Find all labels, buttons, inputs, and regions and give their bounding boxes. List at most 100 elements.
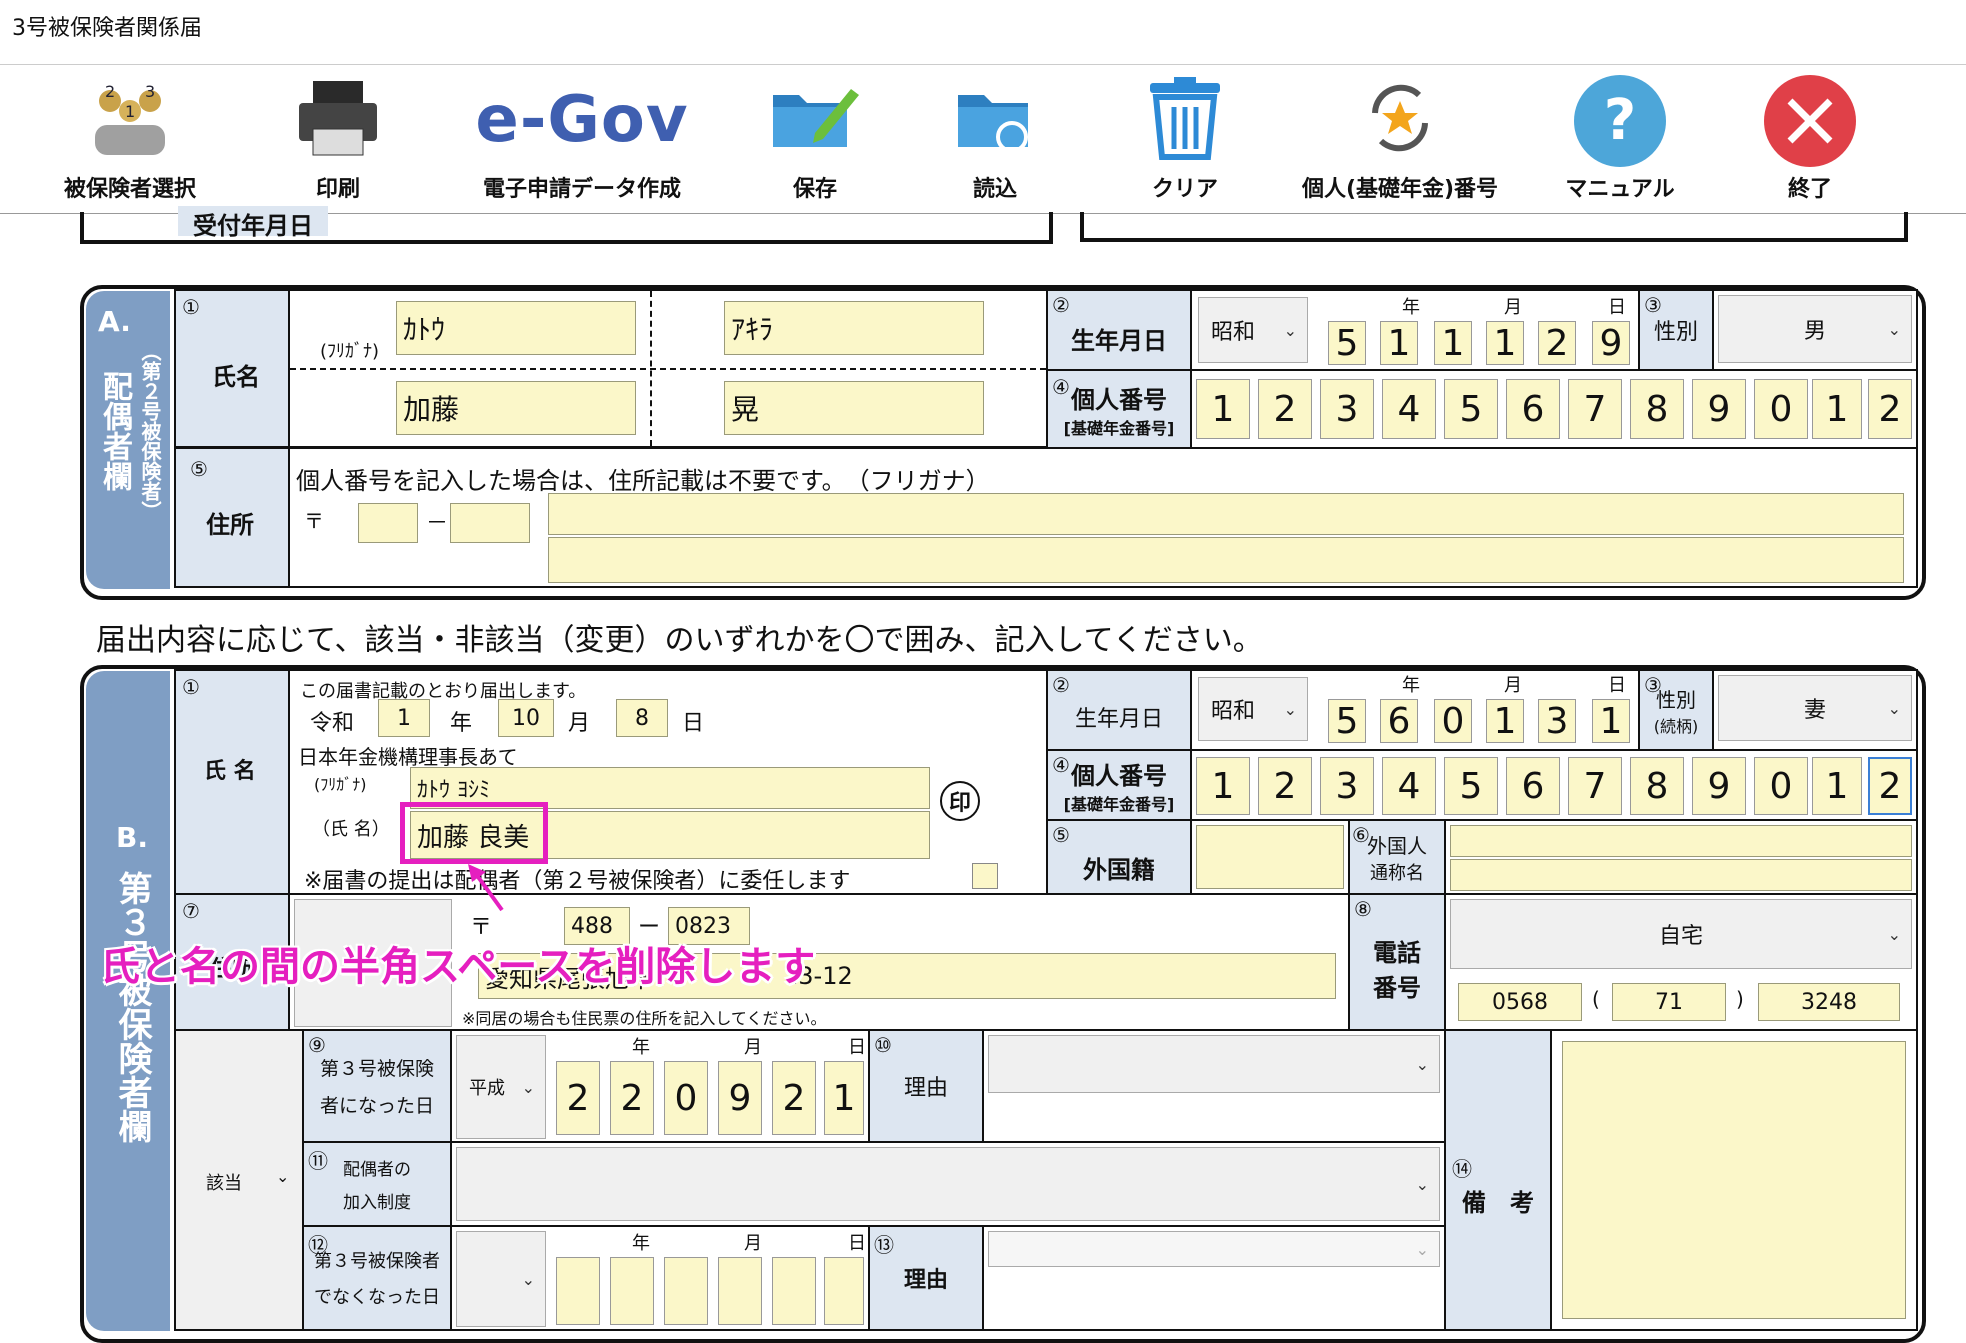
b-addressee: 日本年金機構理事長あて <box>298 745 518 769</box>
b-foreign-input[interactable] <box>1196 825 1344 889</box>
a-mynumber-digit[interactable]: 5 <box>1444 379 1498 439</box>
personal-number-button[interactable]: 個人(基礎年金)番号 <box>1280 65 1520 213</box>
b-mynumber-digit[interactable]: 2 <box>1868 757 1912 815</box>
a-address-kana-input[interactable] <box>548 493 1904 535</box>
b-ceased-digit[interactable] <box>718 1257 762 1325</box>
b-birth-digit[interactable]: 3 <box>1538 699 1576 743</box>
a-birth-digit[interactable]: 1 <box>1486 321 1524 365</box>
a-mynumber-digit[interactable]: 6 <box>1506 379 1560 439</box>
save-button[interactable]: 保存 <box>740 65 890 213</box>
b-foreign-name-kana-input[interactable] <box>1450 825 1912 857</box>
a-birth-digit[interactable]: 1 <box>1434 321 1472 365</box>
b-era-label: 令和 <box>310 711 355 736</box>
a-mei-input[interactable]: 晃 <box>724 381 984 435</box>
b-ceased-digit[interactable] <box>824 1257 864 1325</box>
b-mynumber-digit[interactable]: 6 <box>1506 757 1560 815</box>
a-birth-digit[interactable]: 2 <box>1538 321 1576 365</box>
b-mynumber-digit[interactable]: 8 <box>1630 757 1684 815</box>
b-ceased-digit[interactable] <box>610 1257 654 1325</box>
b-mynumber-digit[interactable]: 4 <box>1382 757 1436 815</box>
a-mynumber-digit[interactable]: 7 <box>1568 379 1622 439</box>
a-birth-digit[interactable]: 1 <box>1380 321 1418 365</box>
b-phone1-input[interactable]: 0568 <box>1458 983 1582 1021</box>
a-mynumber-digit[interactable]: 1 <box>1812 379 1862 439</box>
a-address-note: 個人番号を記入した場合は、住所記載は不要です。 （フリガナ） <box>296 467 990 495</box>
b-sex-select[interactable]: 妻 ⌄ <box>1718 675 1912 741</box>
b-became-digit[interactable]: 9 <box>718 1061 762 1135</box>
a-mynumber-digit[interactable]: 0 <box>1754 379 1808 439</box>
a-mynumber-digit[interactable]: 2 <box>1868 379 1912 439</box>
print-button[interactable]: 印刷 <box>258 65 418 213</box>
b-spouse-plan-select[interactable]: ⌄ <box>456 1147 1440 1221</box>
a-sex-select[interactable]: 男 ⌄ <box>1718 295 1912 363</box>
clear-button[interactable]: クリア <box>1110 65 1260 213</box>
b-remarks-input[interactable] <box>1562 1041 1906 1319</box>
a-postal2-input[interactable] <box>450 503 530 543</box>
b-delegation-checkbox[interactable] <box>972 863 998 889</box>
b-became-digit[interactable]: 1 <box>824 1061 864 1135</box>
a-mynumber-digit[interactable]: 4 <box>1382 379 1436 439</box>
b-ceased-digit[interactable] <box>772 1257 816 1325</box>
printer-icon <box>293 73 383 167</box>
b-remarks-area <box>1550 1029 1918 1331</box>
b-mynumber-digit[interactable]: 9 <box>1692 757 1746 815</box>
load-button[interactable]: 読込 <box>920 65 1070 213</box>
b-phone3-input[interactable]: 3248 <box>1758 983 1900 1021</box>
a-mynumber-digit[interactable]: 8 <box>1630 379 1684 439</box>
a-birth-era-select[interactable]: 昭和 ⌄ <box>1198 297 1308 363</box>
a-mynumber-digit[interactable]: 1 <box>1196 379 1250 439</box>
b-mynumber-digit[interactable]: 1 <box>1812 757 1862 815</box>
b-delegation-text: ※届書の提出は配偶者（第２号被保険者）に委任します <box>304 869 851 894</box>
a-postal1-input[interactable] <box>358 503 418 543</box>
a-birth-digit[interactable]: 5 <box>1328 321 1366 365</box>
b-mynumber-digit[interactable]: 0 <box>1754 757 1808 815</box>
b-birth-digit[interactable]: 0 <box>1434 699 1472 743</box>
b-spouse-plan-label2: 加入制度 <box>343 1193 411 1213</box>
a-furigana-sei-input[interactable]: ｶﾄｳ <box>396 301 636 355</box>
b-nen-label: 年 <box>450 711 473 736</box>
a-mynumber-digit[interactable]: 2 <box>1258 379 1312 439</box>
b-year-input[interactable]: 1 <box>378 699 430 737</box>
a-furigana-mei-input[interactable]: ｱｷﾗ <box>724 301 984 355</box>
b-reason-select[interactable]: ⌄ <box>988 1035 1440 1093</box>
chevron-down-icon: ⌄ <box>1415 1054 1429 1074</box>
b-mynumber-digit[interactable]: 3 <box>1320 757 1374 815</box>
b-became-digit[interactable]: 2 <box>556 1061 600 1135</box>
b-became-digit[interactable]: 2 <box>772 1061 816 1135</box>
b-day-input[interactable]: 8 <box>616 699 668 737</box>
b-furigana-label: (ﾌﾘｶﾞﾅ) <box>314 775 367 794</box>
b-became-digit[interactable]: 0 <box>664 1061 708 1135</box>
b-phone2-input[interactable]: 71 <box>1612 983 1726 1021</box>
b-birth-digit[interactable]: 1 <box>1592 699 1630 743</box>
b-phone-type-select[interactable]: 自宅 ⌄ <box>1450 899 1912 969</box>
b-ceased-era-select[interactable]: ⌄ <box>456 1231 546 1327</box>
b-phone-paren-open: ( <box>1592 987 1600 1011</box>
b-mynumber-digit[interactable]: 7 <box>1568 757 1622 815</box>
manual-button[interactable]: ? マニュアル <box>1545 65 1695 213</box>
insured-select-button[interactable]: 2 31 被保険者選択 <box>40 65 220 213</box>
exit-button[interactable]: 終了 <box>1735 65 1885 213</box>
b-month-input[interactable]: 10 <box>498 699 554 737</box>
b-birth-digit[interactable]: 6 <box>1380 699 1418 743</box>
a-address-input[interactable] <box>548 537 1904 583</box>
b-spouse-plan-label-cell: ⑪ 配偶者の 加入制度 <box>302 1141 452 1227</box>
b-foreign-name-input[interactable] <box>1450 859 1912 891</box>
a-sei-input[interactable]: 加藤 <box>396 381 636 435</box>
b-became-digit[interactable]: 2 <box>610 1061 654 1135</box>
b-birth-digit[interactable]: 5 <box>1328 699 1366 743</box>
b-mynumber-digit[interactable]: 1 <box>1196 757 1250 815</box>
b-birth-digit[interactable]: 1 <box>1486 699 1524 743</box>
b-ceased-digit[interactable] <box>556 1257 600 1325</box>
b-reason2-select[interactable]: ⌄ <box>988 1231 1440 1267</box>
egov-logo-icon: e-Gov <box>475 83 689 157</box>
b-birth-era-select[interactable]: 昭和 ⌄ <box>1198 677 1308 741</box>
a-mynumber-digit[interactable]: 3 <box>1320 379 1374 439</box>
b-mynumber-digit[interactable]: 5 <box>1444 757 1498 815</box>
egov-create-button[interactable]: e-Gov 電子申請データ作成 <box>452 65 712 213</box>
b-ceased-digit[interactable] <box>664 1257 708 1325</box>
b-became-era-select[interactable]: 平成 ⌄ <box>456 1035 546 1139</box>
b-status-select[interactable]: 該当 ⌄ <box>174 1029 304 1331</box>
a-birth-digit[interactable]: 9 <box>1592 321 1630 365</box>
a-mynumber-digit[interactable]: 9 <box>1692 379 1746 439</box>
b-mynumber-digit[interactable]: 2 <box>1258 757 1312 815</box>
